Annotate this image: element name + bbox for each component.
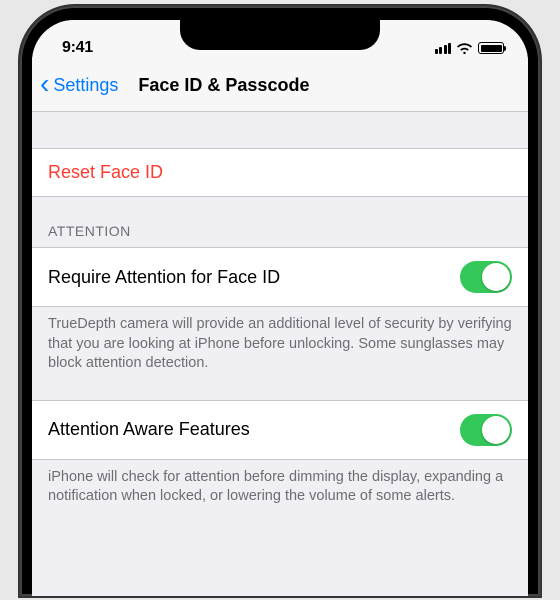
reset-face-id-button[interactable]: Reset Face ID	[32, 148, 528, 197]
require-attention-row: Require Attention for Face ID	[32, 247, 528, 307]
require-attention-footer: TrueDepth camera will provide an additio…	[32, 307, 528, 386]
status-indicators	[435, 42, 505, 55]
wifi-icon	[456, 42, 473, 55]
status-time: 9:41	[62, 39, 93, 57]
reset-face-id-label: Reset Face ID	[48, 162, 163, 183]
screen: 9:41 ‹ Settings Face ID & Passcode Reset…	[32, 20, 528, 596]
attention-aware-label: Attention Aware Features	[48, 419, 250, 440]
notch	[180, 20, 380, 50]
cellular-signal-icon	[435, 43, 452, 54]
attention-aware-row: Attention Aware Features	[32, 400, 528, 460]
attention-aware-footer: iPhone will check for attention before d…	[32, 460, 528, 519]
section-header-attention: ATTENTION	[32, 197, 528, 247]
page-title: Face ID & Passcode	[138, 75, 309, 96]
attention-aware-toggle[interactable]	[460, 414, 512, 446]
back-button[interactable]: Settings	[53, 75, 118, 96]
phone-frame: 9:41 ‹ Settings Face ID & Passcode Reset…	[20, 6, 540, 596]
battery-icon	[478, 42, 504, 54]
back-chevron-icon[interactable]: ‹	[40, 70, 49, 98]
require-attention-toggle[interactable]	[460, 261, 512, 293]
settings-content[interactable]: Reset Face ID ATTENTION Require Attentio…	[32, 112, 528, 519]
require-attention-label: Require Attention for Face ID	[48, 267, 280, 288]
navigation-bar: ‹ Settings Face ID & Passcode	[32, 64, 528, 112]
